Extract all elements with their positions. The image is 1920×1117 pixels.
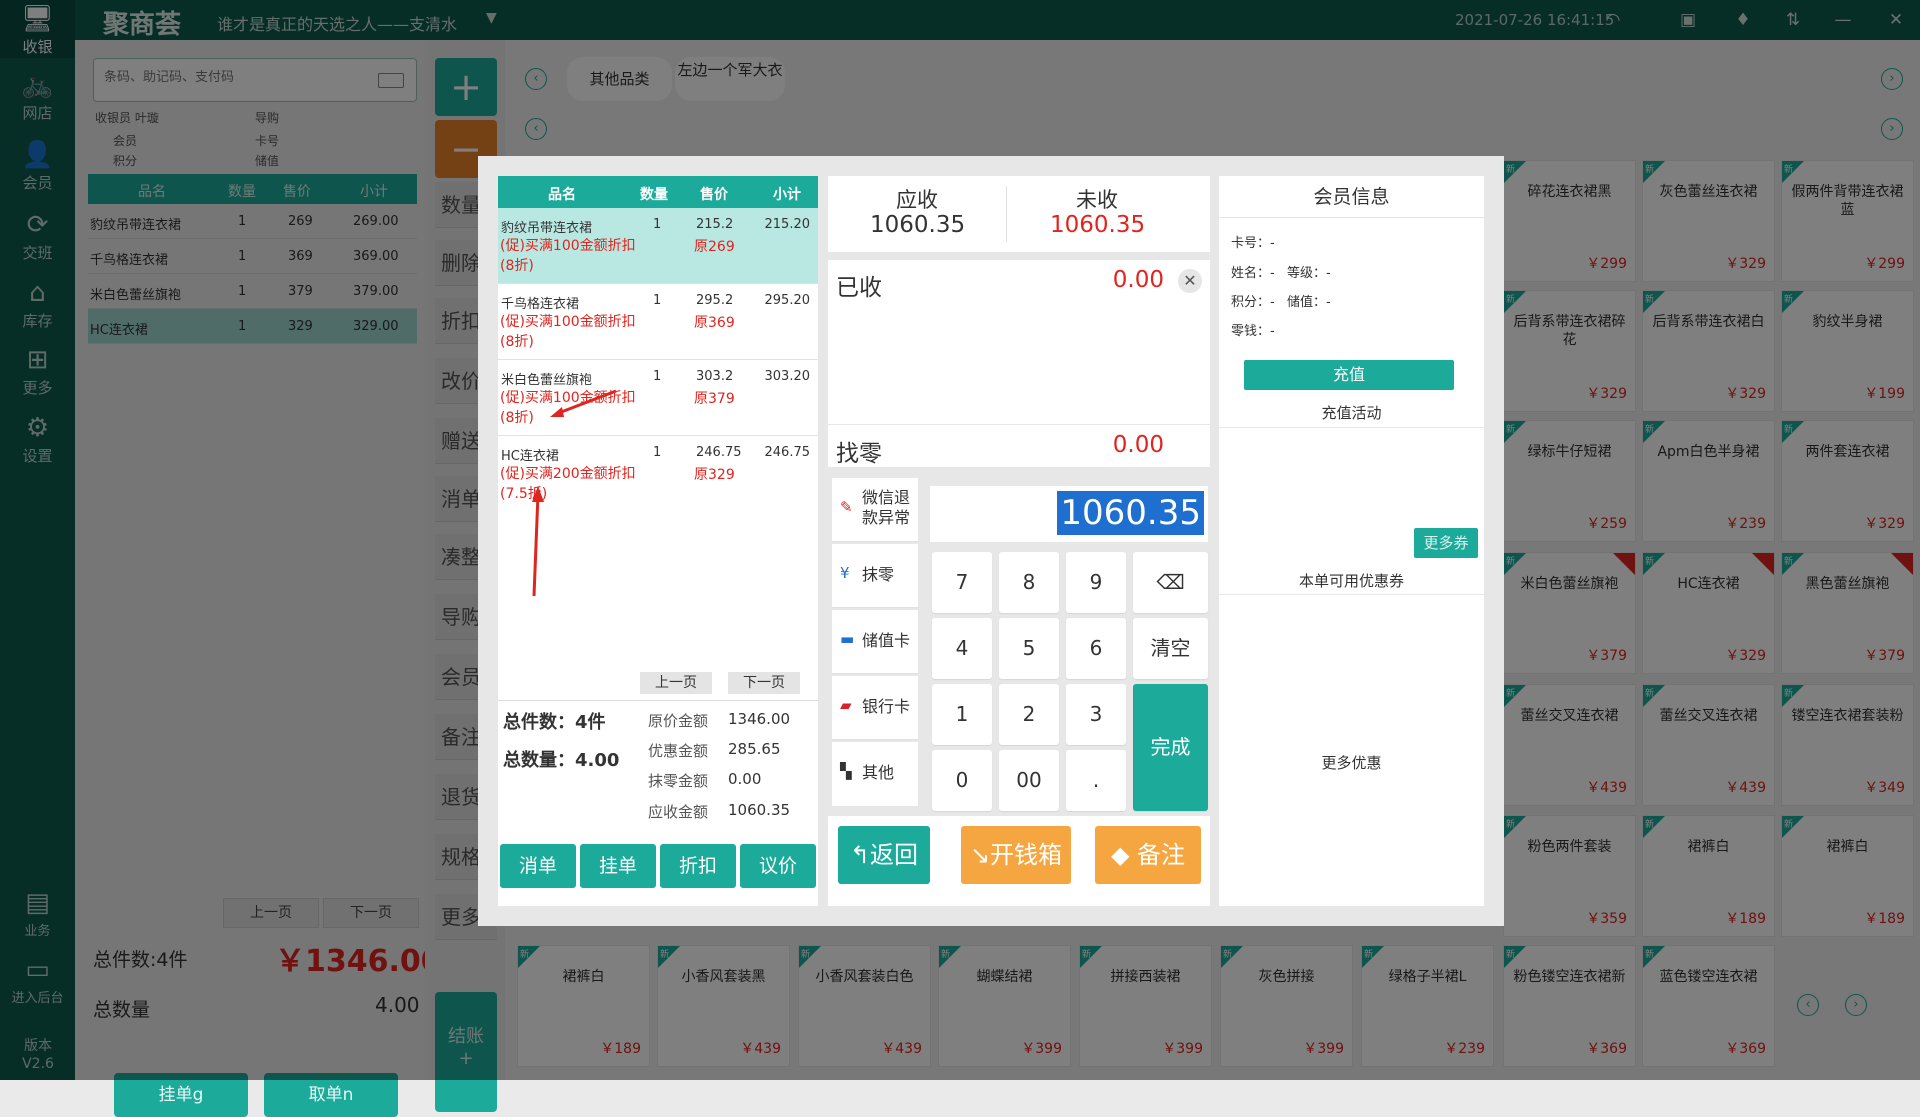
pay-method-other[interactable]: ▚ 其他 [832, 742, 918, 806]
unionpay-icon: ▰ [840, 696, 852, 714]
paid-box: 已收 0.00 ✕ [828, 260, 1210, 424]
change-label: 找零 [836, 441, 882, 467]
card-icon: ▬ [840, 630, 855, 648]
change-box: 找零 0.00 [828, 425, 1210, 467]
pay-method-stored-card[interactable]: ▬ 储值卡 [832, 610, 918, 674]
key-6[interactable]: 6 [1066, 618, 1126, 679]
tag-icon: ◆ [1110, 841, 1138, 869]
divider [1006, 186, 1007, 242]
checkout-dialog: 品名 数量 售价 小计 豹纹吊带连衣裙 1 215.2 215.20 (促)买满… [478, 156, 1504, 926]
prev-page-button[interactable]: 上一页 [640, 672, 712, 694]
back-icon: ↰ [849, 841, 871, 869]
due-unpaid-box: 应收 1060.35 未收 1060.35 [828, 176, 1210, 252]
cancel-order-button[interactable]: 消单 [500, 844, 576, 888]
discount-amount: 285.65 [728, 740, 781, 758]
member-change: 零钱：- [1231, 324, 1275, 339]
key-5[interactable]: 5 [999, 618, 1059, 679]
orig-amount-label: 原价金额 [648, 712, 709, 730]
clear-button[interactable]: 清空 [1133, 618, 1208, 679]
discount-button[interactable]: 折扣 [660, 844, 736, 888]
divider [1219, 427, 1484, 428]
apps-icon: ▚ [840, 762, 852, 780]
key-0[interactable]: 0 [932, 750, 992, 811]
note-button[interactable]: ◆ 备注 [1095, 826, 1201, 884]
due-value: 1060.35 [870, 212, 966, 238]
member-points: 积分：- [1231, 295, 1275, 310]
round-amount: 0.00 [728, 770, 762, 788]
divider [498, 700, 818, 701]
key-9[interactable]: 9 [1066, 552, 1126, 613]
pay-method-bank-card[interactable]: ▰ 银行卡 [832, 676, 918, 740]
paid-value: 0.00 [1112, 267, 1164, 293]
wechat-refund-icon: ✎ [840, 498, 853, 516]
amount-value: 1060.35 [1057, 491, 1204, 535]
unpaid-value: 1060.35 [1050, 212, 1146, 238]
more-discount-label[interactable]: 更多优惠 [1219, 752, 1484, 773]
pay-method-wechat-refund[interactable]: ✎ 微信退款异常 [832, 478, 918, 542]
open-drawer-button[interactable]: ↘开钱箱 [961, 826, 1071, 884]
key-3[interactable]: 3 [1066, 684, 1126, 745]
backspace-button[interactable]: ⌫ [1133, 552, 1208, 613]
order-panel: 品名 数量 售价 小计 豹纹吊带连衣裙 1 215.2 215.20 (促)买满… [498, 176, 818, 906]
member-stored: 储值：- [1287, 295, 1331, 310]
payment-panel: 应收 1060.35 未收 1060.35 已收 0.00 ✕ 找零 0.00 … [828, 176, 1210, 906]
key-00[interactable]: 00 [999, 750, 1059, 811]
key-2[interactable]: 2 [999, 684, 1059, 745]
amount-display[interactable]: 1060.35 [930, 486, 1208, 542]
backspace-icon: ⌫ [1156, 570, 1185, 594]
available-coupon-label: 本单可用优惠券 [1298, 572, 1404, 590]
member-level: 等级：- [1287, 266, 1331, 281]
recharge-activity-label: 充值活动 [1321, 404, 1382, 422]
discount-amount-label: 优惠金额 [648, 742, 709, 760]
key-dot[interactable]: . [1066, 750, 1126, 811]
total-qty: 总数量：4.00 [503, 750, 620, 771]
close-icon[interactable]: ✕ [1178, 269, 1202, 293]
yen-icon: ¥ [840, 564, 850, 582]
more-coupon-button[interactable]: 更多券 [1414, 528, 1478, 558]
negotiate-price-button[interactable]: 议价 [740, 844, 816, 888]
round-amount-label: 抹零金额 [648, 772, 709, 790]
annotation-arrows [532, 389, 617, 597]
back-button[interactable]: ↰返回 [838, 826, 930, 884]
drawer-icon: ↘ [969, 841, 991, 869]
paid-label: 已收 [836, 275, 882, 301]
due-amount: 1060.35 [728, 801, 791, 819]
key-7[interactable]: 7 [932, 552, 992, 613]
key-1[interactable]: 1 [932, 684, 992, 745]
pay-method-round[interactable]: ¥ 抹零 [832, 544, 918, 608]
due-amount-label: 应收金额 [648, 803, 709, 821]
key-4[interactable]: 4 [932, 618, 992, 679]
member-card: 卡号：- [1231, 236, 1275, 251]
recharge-button[interactable]: 充值 [1244, 360, 1454, 390]
total-count: 总件数：4件 [503, 712, 606, 733]
key-8[interactable]: 8 [999, 552, 1059, 613]
member-title: 会员信息 [1219, 176, 1484, 218]
unpaid-label: 未收 [1076, 188, 1118, 212]
member-name: 姓名：- [1231, 266, 1275, 281]
orig-amount: 1346.00 [728, 710, 791, 728]
due-label: 应收 [896, 188, 938, 212]
change-value: 0.00 [1112, 432, 1164, 458]
hold-order-button[interactable]: 挂单 [580, 844, 656, 888]
member-panel: 会员信息 卡号：- 姓名：- 等级：- 积分：- 储值：- 零钱：- 充值 充值… [1219, 176, 1484, 906]
next-page-button[interactable]: 下一页 [728, 672, 800, 694]
done-button[interactable]: 完成 [1133, 684, 1208, 811]
divider [1219, 594, 1484, 595]
